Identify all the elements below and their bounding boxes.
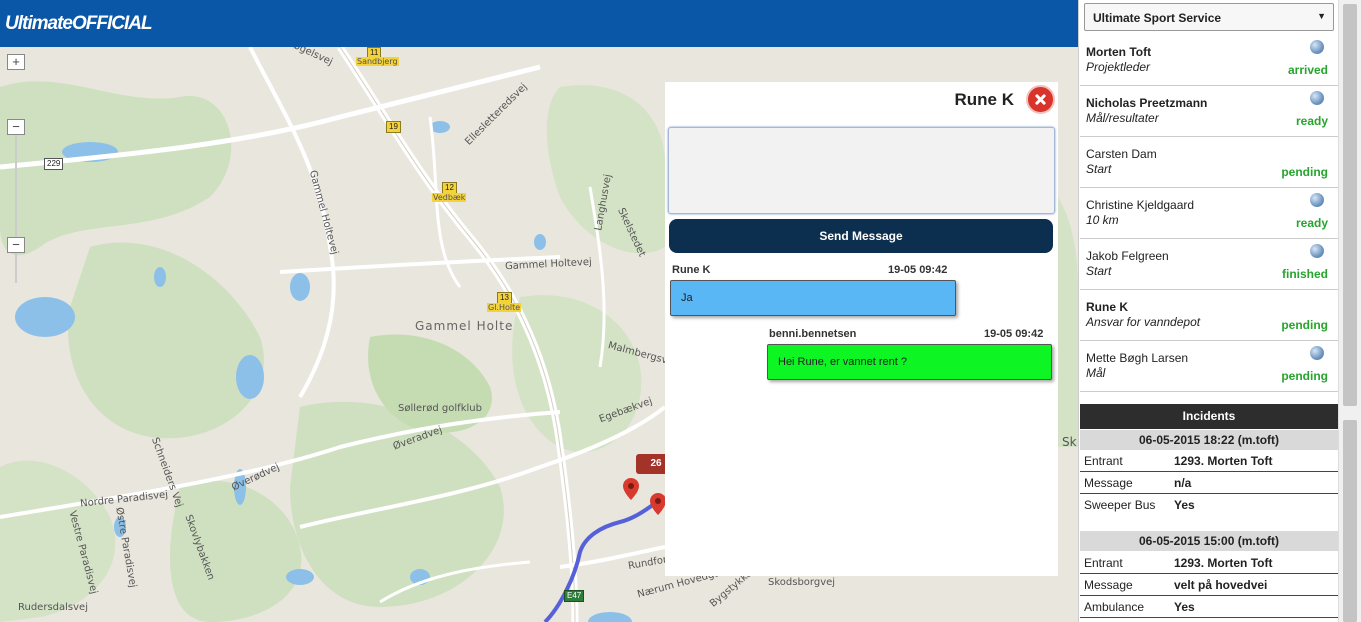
globe-icon[interactable] (1310, 91, 1324, 105)
incident-value: velt på hovedvei (1174, 578, 1268, 592)
person-status: pending (1281, 318, 1328, 332)
person-role: Mål/resultater (1086, 111, 1159, 125)
incident-row: Sweeper Bus Yes (1080, 494, 1338, 530)
person-row[interactable]: Rune K Ansvar for vanndepot pending (1080, 290, 1338, 341)
send-message-button[interactable]: Send Message (669, 219, 1053, 253)
message-bubble: Ja (670, 280, 956, 316)
map-label: Skodsborgvej (768, 577, 836, 588)
incident-row: Entrant 1293. Morten Toft (1080, 552, 1338, 574)
chevron-down-icon: ▼ (1317, 11, 1326, 21)
person-name: Morten Toft (1086, 45, 1152, 59)
person-status: ready (1295, 114, 1328, 128)
person-name: Jakob Felgreen (1086, 249, 1169, 263)
zoom-out-button[interactable]: − (7, 237, 25, 253)
top-header: UltimateOFFICIAL (0, 0, 1078, 47)
incident-value: 1293. Morten Toft (1174, 556, 1273, 570)
incident-key: Entrant (1084, 454, 1123, 468)
person-name: Mette Bøgh Larsen (1086, 351, 1189, 365)
person-row[interactable]: Mette Bøgh Larsen Mål pending (1080, 341, 1338, 392)
zoom-in-button[interactable]: + (7, 54, 25, 70)
person-role: Mål (1086, 366, 1106, 380)
person-status: arrived (1287, 63, 1328, 77)
road-shield: E47 (564, 590, 585, 602)
scrollbar[interactable] (1338, 0, 1361, 622)
person-status: ready (1295, 216, 1328, 230)
map-marker-icon[interactable] (623, 478, 639, 500)
incident-key: Ambulance (1084, 600, 1145, 614)
person-role: Start (1086, 162, 1112, 176)
road-shield: 19 (386, 121, 401, 133)
message-sender: benni.bennetsen (769, 328, 857, 340)
globe-icon[interactable] (1310, 244, 1324, 258)
zoom-slider-track[interactable] (15, 125, 17, 283)
person-name: Nicholas Preetzmann (1086, 96, 1208, 110)
person-role: Ansvar for vanndepot (1086, 315, 1201, 329)
globe-icon[interactable] (1310, 40, 1324, 54)
map-label: Gl.Holte (487, 303, 522, 312)
map-label: Sk (1062, 435, 1077, 449)
person-row[interactable]: Nicholas Preetzmann Mål/resultater ready (1080, 86, 1338, 137)
incident-key: Message (1084, 476, 1133, 490)
incident-key: Sweeper Bus (1084, 498, 1156, 512)
message-input[interactable] (668, 127, 1055, 214)
map-label: Rudersdalsvej (18, 602, 88, 613)
incident-key: Message (1084, 578, 1133, 592)
message-bubble: Hei Rune, er vannet rent ? (767, 344, 1052, 380)
incident-row: Ambulance Yes (1080, 596, 1338, 618)
map-label: Sandbjerg (356, 57, 399, 66)
person-status: pending (1281, 369, 1328, 383)
incident-value: Yes (1174, 498, 1195, 512)
globe-icon[interactable] (1310, 193, 1324, 207)
close-icon[interactable] (1026, 85, 1055, 114)
incident-row: Entrant 1293. Morten Toft (1080, 450, 1338, 472)
person-row[interactable]: Carsten Dam Start pending (1080, 137, 1338, 188)
incident-row: Message n/a (1080, 472, 1338, 494)
road-shield: 229 (44, 158, 64, 170)
person-role: Start (1086, 264, 1112, 278)
person-name: Rune K (1086, 300, 1128, 314)
map-label: Søllerød golfklub (398, 403, 482, 414)
message-time: 19-05 09:42 (984, 328, 1044, 340)
incident-value: 1293. Morten Toft (1174, 454, 1273, 468)
incident-value: Yes (1174, 600, 1195, 614)
service-select-value: Ultimate Sport Service (1093, 11, 1222, 25)
person-status: pending (1281, 165, 1328, 179)
globe-icon[interactable] (1310, 346, 1324, 360)
incident-row: Message velt på hovedvei (1080, 574, 1338, 596)
person-row[interactable]: Morten Toft Projektleder arrived (1080, 35, 1338, 86)
message-sender: Rune K (672, 264, 711, 276)
person-name: Christine Kjeldgaard (1086, 198, 1195, 212)
message-time: 19-05 09:42 (888, 264, 948, 276)
app-window: UltimateOFFICIAL + − − Gammel Holte Gamm… (0, 0, 1361, 622)
incident-date: 06-05-2015 18:22 (m.toft) (1080, 430, 1338, 450)
map-label: Gammel Holte (415, 319, 514, 333)
person-role: Projektleder (1086, 60, 1151, 74)
zoom-slider-handle[interactable]: − (7, 119, 25, 135)
scrollbar-thumb[interactable] (1343, 4, 1357, 406)
scrollbar-thumb[interactable] (1343, 420, 1357, 622)
map-label: Vedbæk (432, 193, 467, 202)
chat-title: Rune K (954, 90, 1015, 109)
incident-key: Entrant (1084, 556, 1123, 570)
person-status: finished (1281, 267, 1328, 281)
person-name: Carsten Dam (1086, 147, 1157, 161)
chat-panel: Rune K Send Message Rune K 19-05 09:42 J… (665, 82, 1058, 576)
service-select[interactable]: Ultimate Sport Service ▼ (1084, 3, 1334, 31)
person-row[interactable]: Jakob Felgreen Start finished (1080, 239, 1338, 290)
logo[interactable]: UltimateOFFICIAL (5, 13, 153, 35)
incident-value: n/a (1174, 476, 1192, 490)
person-row[interactable]: Christine Kjeldgaard 10 km ready (1080, 188, 1338, 239)
incident-date: 06-05-2015 15:00 (m.toft) (1080, 531, 1338, 551)
sidebar: Ultimate Sport Service ▼ Morten Toft Pro… (1078, 0, 1338, 622)
map-marker-icon[interactable] (650, 493, 666, 515)
person-role: 10 km (1086, 213, 1119, 227)
incidents-heading: Incidents (1080, 404, 1338, 429)
